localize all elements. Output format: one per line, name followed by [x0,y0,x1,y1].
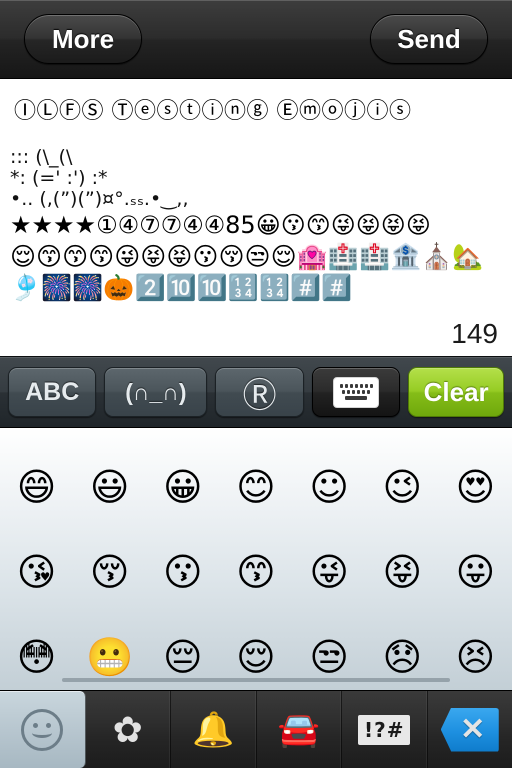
tab-travel[interactable]: 🚘 [257,691,342,768]
smiley-icon [21,708,64,751]
emoji-key[interactable]: 😜 [293,529,366,614]
emoji-line-2: 😌😙😙😙😜😝😝😗😚😒😌🏩🏥🏥🏦⛪🏡 [10,242,484,271]
registered-symbol-button[interactable]: Ⓡ [215,367,304,417]
ascii-art-block: ::: (\_(\ *: (=' :') :* •.. (,(”)(”)¤°.ₛ… [10,146,189,210]
keyboard-icon [333,376,380,408]
emoji-key[interactable]: ☺ [293,444,366,529]
character-counter: 149 [451,318,498,349]
mode-button-bar: ABC (∩_∩) Ⓡ Clear [0,356,512,428]
kaomoji-mode-button[interactable]: (∩_∩) [104,367,208,417]
emoji-key[interactable]: 😘 [0,529,73,614]
emoji-key[interactable]: 😝 [366,529,439,614]
tab-nature[interactable]: ✿ [86,691,171,768]
keyboard-toggle-button[interactable] [311,367,401,417]
send-button[interactable]: Send [370,14,488,64]
emoji-key[interactable]: 😗 [146,529,219,614]
abc-mode-button[interactable]: ABC [8,367,97,417]
emoji-key[interactable]: 😃 [73,444,146,529]
category-tabbar: ✿ 🔔 🚘 !?# ✕ [0,690,512,768]
tab-smileys[interactable] [0,691,86,768]
emoji-key[interactable]: 😉 [366,444,439,529]
delete-x-glyph: ✕ [460,712,486,746]
emoji-keyboard-pad: 😄 😃 😀 😊 ☺ 😉 😍 😘 😚 😗 😙 😜 😝 😛 😳 😬 😔 😌 😒 😞 😣 [0,428,512,690]
car-icon: 🚘 [277,710,320,749]
clear-button[interactable]: Clear [408,367,504,417]
message-title-line: ⒾⓁⒻⓈ Ⓣⓔⓢⓣⓘⓝⓖ Ⓔⓜⓞⓙⓘⓢ [14,99,412,124]
emoji-line-1: ★★★★①④⑦⑦④④85😀😗😙😜😝😝😝 [10,211,431,239]
pad-page-scrollbar[interactable] [62,678,450,682]
emoji-key[interactable]: 😍 [439,444,512,529]
message-compose-area[interactable]: ⒾⓁⒻⓈ Ⓣⓔⓢⓣⓘⓝⓖ Ⓔⓜⓞⓙⓘⓢ ::: (\_(\ *: (=' :')… [0,79,512,356]
emoji-key[interactable]: 😚 [73,529,146,614]
emoji-key[interactable]: 😀 [146,444,219,529]
flower-icon: ✿ [112,708,143,750]
emoji-keyboard-app: More Send ⒾⓁⒻⓈ Ⓣⓔⓢⓣⓘⓝⓖ Ⓔⓜⓞⓙⓘⓢ ::: (\_(\ … [0,0,512,768]
punctuation-icon: !?# [358,714,411,745]
emoji-key[interactable]: 😛 [439,529,512,614]
emoji-line-3: 🎐🎆🎆🎃2️⃣🔟🔟🔢🔢#️⃣#️⃣ [10,273,353,302]
delete-key-icon: ✕ [440,707,499,752]
more-button[interactable]: More [24,14,142,64]
emoji-key[interactable]: 😊 [219,444,292,529]
tab-symbols[interactable]: !?# [342,691,428,768]
emoji-grid: 😄 😃 😀 😊 ☺ 😉 😍 😘 😚 😗 😙 😜 😝 😛 😳 😬 😔 😌 😒 😞 😣 [0,428,512,690]
tab-delete[interactable]: ✕ [428,691,512,768]
emoji-key[interactable]: 😙 [219,529,292,614]
top-toolbar: More Send [0,0,512,79]
bell-icon: 🔔 [192,710,235,749]
emoji-key[interactable]: 😄 [0,444,73,529]
tab-objects[interactable]: 🔔 [171,691,257,768]
